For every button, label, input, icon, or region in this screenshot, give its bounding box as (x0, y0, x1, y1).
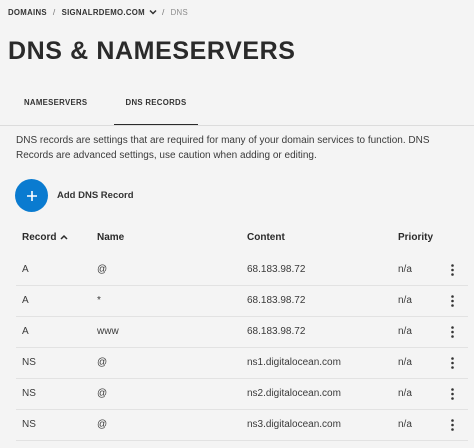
more-options-icon[interactable] (446, 356, 458, 370)
column-header-content[interactable]: Content (247, 226, 285, 250)
breadcrumb: DOMAINS / SIGNALRDEMO.COM / DNS (8, 5, 188, 19)
breadcrumb-domain-label: SIGNALRDEMO.COM (61, 7, 145, 17)
cell-name: * (97, 295, 101, 306)
table-row: NS @ ns3.digitalocean.com n/a (16, 409, 468, 441)
more-options-icon[interactable] (446, 263, 458, 277)
cell-record-type: A (22, 264, 29, 275)
breadcrumb-domains-link[interactable]: DOMAINS (8, 8, 47, 17)
tab-nameservers[interactable]: NAMESERVERS (24, 90, 87, 126)
add-dns-record-label: Add DNS Record (57, 190, 134, 201)
page-title: DNS & NAMESERVERS (8, 37, 296, 65)
cell-content: ns1.digitalocean.com (247, 357, 341, 368)
column-header-record[interactable]: Record (22, 226, 68, 250)
breadcrumb-separator: / (52, 7, 56, 17)
add-dns-record-button[interactable]: Add DNS Record (15, 179, 134, 212)
table-row: NS @ ns2.digitalocean.com n/a (16, 378, 468, 410)
column-header-name[interactable]: Name (97, 226, 124, 250)
cell-record-type: A (22, 295, 29, 306)
more-options-icon[interactable] (446, 387, 458, 401)
cell-name: @ (97, 388, 108, 399)
breadcrumb-current: DNS (170, 7, 188, 17)
cell-name: www (97, 326, 119, 337)
cell-name: @ (97, 357, 108, 368)
table-row: A * 68.183.98.72 n/a (16, 285, 468, 317)
cell-priority: n/a (398, 419, 412, 430)
cell-record-type: NS (22, 357, 36, 368)
column-header-record-label: Record (22, 232, 57, 243)
table-row: A @ 68.183.98.72 n/a (16, 254, 468, 286)
cell-content: 68.183.98.72 (247, 326, 306, 337)
cell-name: @ (97, 419, 108, 430)
cell-content: ns3.digitalocean.com (247, 419, 341, 430)
more-options-icon[interactable] (446, 325, 458, 339)
breadcrumb-domain-dropdown[interactable]: SIGNALRDEMO.COM (61, 7, 157, 17)
table-row: NS @ ns1.digitalocean.com n/a (16, 347, 468, 379)
tab-divider (0, 125, 474, 126)
chevron-up-icon (60, 234, 68, 240)
more-options-icon[interactable] (446, 294, 458, 308)
cell-name: @ (97, 264, 108, 275)
cell-priority: n/a (398, 295, 412, 306)
chevron-down-icon (149, 8, 157, 15)
table-row: A www 68.183.98.72 n/a (16, 316, 468, 348)
cell-content: 68.183.98.72 (247, 295, 306, 306)
tab-dns-records[interactable]: DNS RECORDS (114, 90, 198, 126)
cell-content: ns2.digitalocean.com (247, 388, 341, 399)
cell-priority: n/a (398, 326, 412, 337)
cell-record-type: NS (22, 388, 36, 399)
plus-icon[interactable] (15, 179, 48, 212)
breadcrumb-separator: / (161, 7, 165, 17)
tab-bar: NAMESERVERS DNS RECORDS (0, 90, 474, 126)
cell-priority: n/a (398, 264, 412, 275)
cell-record-type: NS (22, 419, 36, 430)
table-header: Record Name Content Priority (0, 226, 474, 250)
description-text: DNS records are settings that are requir… (16, 135, 430, 161)
cell-priority: n/a (398, 357, 412, 368)
more-options-icon[interactable] (446, 418, 458, 432)
column-header-priority[interactable]: Priority (398, 226, 433, 250)
cell-record-type: A (22, 326, 29, 337)
cell-priority: n/a (398, 388, 412, 399)
cell-content: 68.183.98.72 (247, 264, 306, 275)
